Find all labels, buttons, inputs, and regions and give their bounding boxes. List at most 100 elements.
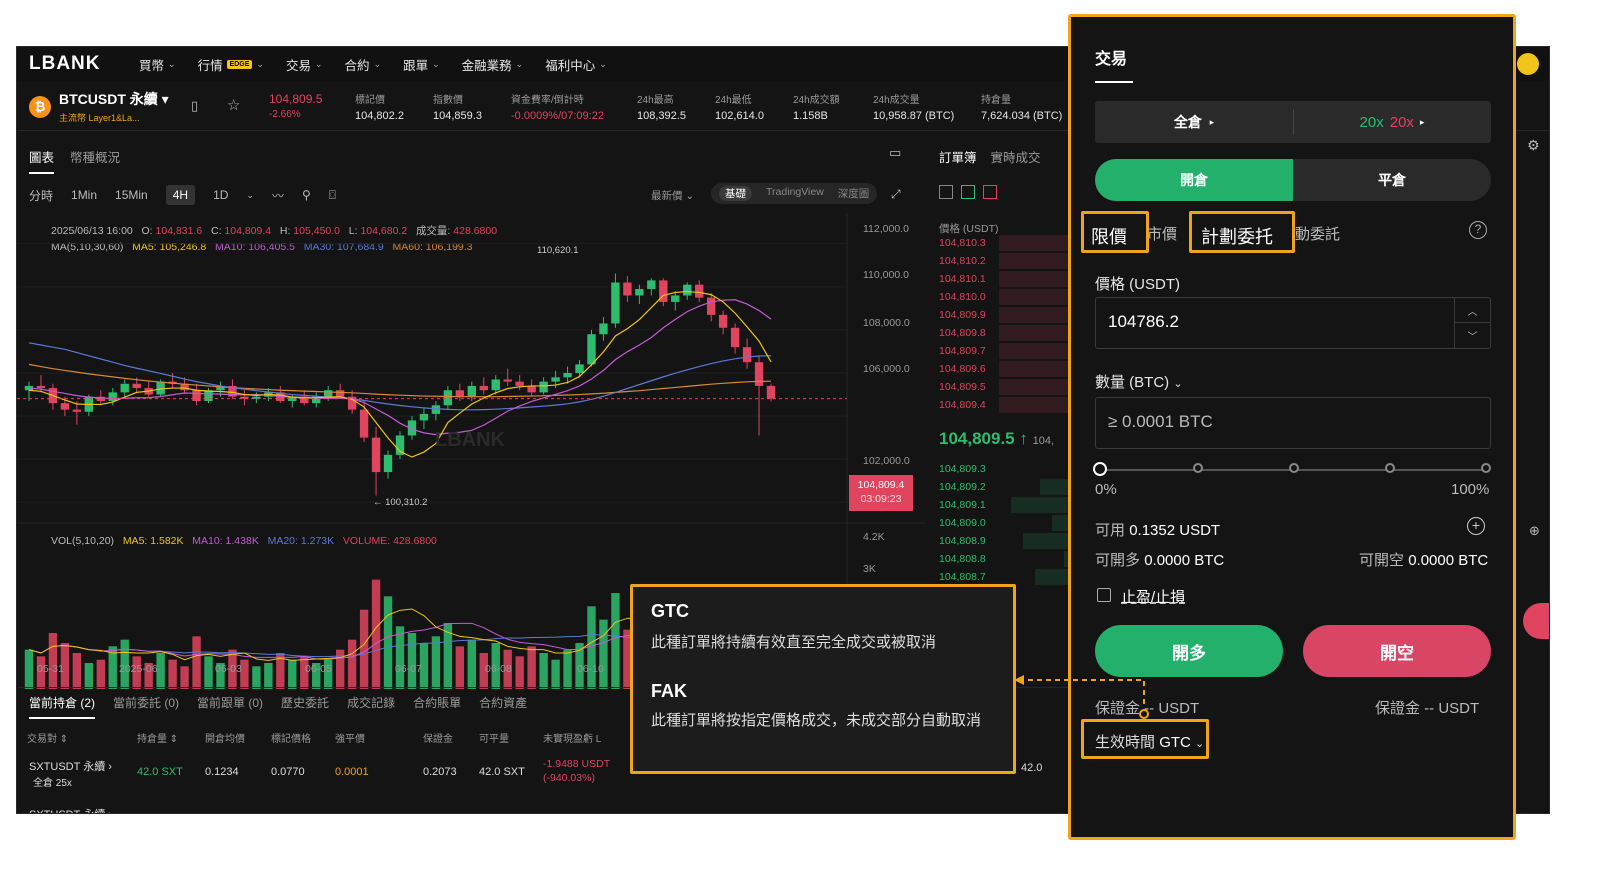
layout-asks-icon[interactable] [983, 185, 997, 199]
qty-label[interactable]: 數量 (BTC) ⌄ [1095, 371, 1183, 392]
qty-input[interactable]: ≥ 0.0001 BTC [1095, 397, 1491, 449]
ask-row[interactable]: 104,809.8 [939, 327, 986, 339]
candle-body [419, 413, 429, 421]
x-tick: 06-10 [577, 663, 604, 675]
chevron-up-icon[interactable]: ︿ [1455, 298, 1490, 323]
tab-orderbook[interactable]: 訂單簿 [939, 147, 977, 166]
tab-order-history[interactable]: 歷史委託 [281, 694, 329, 719]
candle-body [204, 390, 213, 401]
price-input[interactable]: 104786.2 ︿ ﹀ [1095, 297, 1491, 349]
ask-row[interactable]: 104,810.0 [939, 291, 986, 303]
book-icon[interactable]: ▯ [191, 98, 198, 114]
layout-bids-icon[interactable] [961, 185, 975, 199]
bid-row[interactable]: 104,809.2 [939, 481, 986, 493]
caret-down-icon: ▾ [161, 91, 169, 107]
tpsl-checkbox[interactable] [1097, 588, 1111, 602]
nav-futures[interactable]: 合約 ⌄ [345, 55, 382, 74]
chevron-down-icon: ⌄ [432, 58, 440, 69]
symbol-selector[interactable]: BTCUSDT 永續 ▾ 主流幣 Layer1&La... [59, 89, 169, 124]
ask-row[interactable]: 104,810.1 [939, 273, 986, 285]
volume-bar [431, 636, 441, 689]
volume-bar [288, 659, 297, 689]
bid-row[interactable]: 104,808.8 [939, 553, 986, 565]
pair-link[interactable]: SXTUSDT 永續 › [29, 806, 112, 813]
ask-row[interactable]: 104,809.4 [939, 399, 986, 411]
current-price-tag: 104,809.4 03:09:23 [849, 475, 913, 511]
open-short-button[interactable]: 開空 [1303, 625, 1491, 677]
add-funds-icon[interactable]: + [1467, 517, 1485, 535]
candle-body [635, 289, 644, 296]
bid-row[interactable]: 104,809.1 [939, 499, 986, 511]
volume-bar [371, 579, 381, 689]
bid-row[interactable]: 104,808.9 [939, 535, 986, 547]
close-tab[interactable]: 平倉 [1293, 159, 1491, 201]
fak-title: FAK [651, 681, 687, 701]
tpsl-label[interactable]: 止盈/止損 [1121, 586, 1185, 607]
nav-trade[interactable]: 交易 ⌄ [286, 55, 323, 74]
nav-markets[interactable]: 行情 EDGE ⌄ [198, 55, 264, 74]
bid-row[interactable]: 104,809.3 [939, 463, 986, 475]
candle-body [599, 323, 608, 335]
tab-open-orders[interactable]: 當前委託 (0) [113, 694, 179, 719]
order-type-trailing[interactable]: 動委託 [1295, 223, 1340, 244]
time-in-force-select[interactable]: 生效時間 GTC ⌄ [1095, 731, 1204, 752]
star-icon[interactable]: ☆ [227, 96, 240, 114]
col-header[interactable]: 持倉量 ⇕ [137, 730, 178, 745]
ask-row[interactable]: 104,809.6 [939, 363, 986, 375]
logo[interactable]: LBANK [29, 53, 139, 75]
ask-row[interactable]: 104,810.2 [939, 255, 986, 267]
help-icon[interactable]: ? [1469, 221, 1487, 239]
avatar[interactable] [1517, 53, 1539, 75]
tab-positions[interactable]: 當前持倉 (2) [29, 694, 96, 719]
tab-assets[interactable]: 合約資產 [479, 694, 527, 719]
leverage-select[interactable]: 20x 20x ▸ [1293, 101, 1491, 143]
nav-copy-trade[interactable]: 跟單 ⌄ [403, 55, 440, 74]
book-layout-icons [939, 185, 997, 199]
candle-body [671, 295, 680, 302]
col-header[interactable]: 交易對 ⇕ [27, 730, 68, 745]
y-tick: 108,000.0 [863, 317, 910, 329]
margin-mode[interactable]: 全倉 25x [33, 774, 72, 789]
tab-trades[interactable]: 實時成交 [991, 147, 1041, 166]
open-tab[interactable]: 開倉 [1095, 159, 1293, 201]
chevron-down-icon[interactable]: ﹀ [1455, 323, 1490, 348]
add-icon[interactable]: ⊕ [1529, 523, 1540, 539]
slider-handle[interactable] [1093, 462, 1107, 476]
order-type-market[interactable]: 市價 [1147, 223, 1177, 244]
ask-row[interactable]: 104,809.5 [939, 381, 986, 393]
candle-body [431, 405, 441, 414]
symbol-tags: 主流幣 Layer1&La... [59, 113, 140, 123]
bid-row[interactable]: 104,809.0 [939, 517, 986, 529]
ask-row[interactable]: 104,809.7 [939, 345, 986, 357]
nav-rewards[interactable]: 福利中心 ⌄ [545, 55, 607, 74]
pair-link[interactable]: SXTUSDT 永續 › [29, 758, 112, 774]
chevron-down-icon: ⌄ [599, 58, 607, 69]
candle-body [108, 392, 117, 401]
nav-finance[interactable]: 金融業務 ⌄ [462, 55, 524, 74]
short-button-edge[interactable] [1523, 603, 1549, 639]
symbol-name: BTCUSDT 永續 [59, 91, 158, 107]
tab-trade-history[interactable]: 成交記錄 [347, 694, 395, 719]
volume-bar [599, 619, 608, 689]
nav-buy-crypto[interactable]: 買幣 ⌄ [139, 55, 176, 74]
ask-row[interactable]: 104,810.3 [939, 237, 986, 249]
candle-body [443, 390, 453, 406]
highlight-plan [1189, 211, 1295, 253]
volume-bar [168, 659, 177, 689]
fak-desc: 此種訂單將按指定價格成交，未成交部分自動取消 [651, 712, 982, 729]
tab-copy-orders[interactable]: 當前跟單 (0) [197, 694, 263, 719]
margin-mode-select[interactable]: 全倉 ▸ [1095, 101, 1293, 143]
candle-body [527, 385, 536, 393]
chevron-down-icon: ⌄ [1173, 378, 1183, 390]
candle-body [359, 409, 369, 438]
tab-bills[interactable]: 合約賬單 [413, 694, 461, 719]
settings-icon[interactable]: ⚙ [1527, 137, 1540, 154]
candle-body [491, 379, 500, 391]
layout-both-icon[interactable] [939, 185, 953, 199]
bid-row[interactable]: 104,808.7 [939, 571, 986, 583]
qty-slider[interactable] [1093, 462, 1491, 476]
candle-body [503, 379, 512, 382]
candle-body [192, 390, 201, 401]
col-header: 保證金 [423, 734, 453, 745]
ask-row[interactable]: 104,809.9 [939, 309, 986, 321]
